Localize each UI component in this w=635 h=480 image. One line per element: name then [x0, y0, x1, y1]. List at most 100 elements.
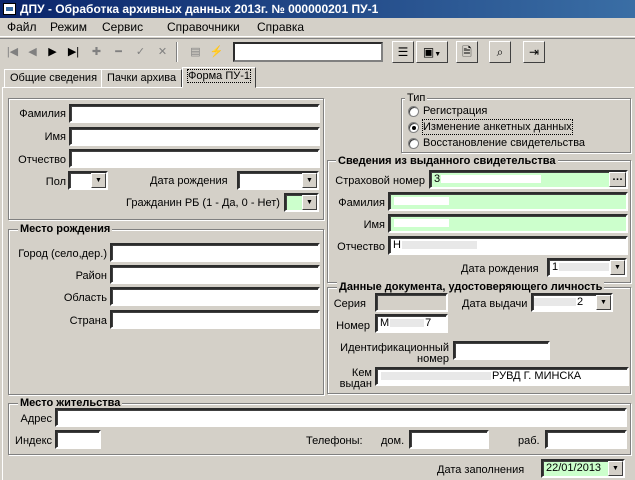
name-label: Имя	[44, 131, 66, 143]
region-label: Область	[63, 292, 107, 304]
fill-date-label: Дата заполнения	[437, 464, 525, 476]
cert-patronymic-value: Н	[393, 239, 401, 251]
chevron-down-icon[interactable]: ▼	[302, 173, 317, 188]
address-field[interactable]	[55, 408, 627, 427]
tab-archive-packs[interactable]: Пачки архива	[101, 69, 183, 88]
cert-surname-label: Фамилия	[338, 197, 385, 209]
number-prefix-value: М	[380, 317, 390, 329]
redacted-block	[401, 241, 477, 250]
document-icon[interactable]: 🗎	[456, 41, 478, 63]
redacted-block	[390, 319, 425, 328]
city-field[interactable]	[110, 243, 320, 262]
search-icon[interactable]: ⌕	[489, 41, 511, 63]
print-icon[interactable]: ▣▼	[416, 41, 448, 63]
insurance-number-field[interactable]: 3…	[429, 170, 628, 189]
radio-restore-certificate-label[interactable]: Восстановление свидетельства	[423, 136, 585, 150]
sex-label: Пол	[45, 176, 66, 188]
work-phone-label: раб.	[518, 435, 540, 447]
toolbar-combo[interactable]	[233, 42, 383, 62]
birthplace-title: Место рождения	[18, 223, 113, 235]
fill-date-combo[interactable]: 22/01/2013 ▼	[541, 459, 625, 478]
radio-restore-certificate[interactable]	[408, 138, 419, 149]
district-field[interactable]	[110, 265, 320, 284]
number-suffix-value: 7	[425, 317, 432, 329]
title-bar: ДПУ - Обработка архивных данных 2013г. №…	[0, 0, 635, 18]
radio-change-data[interactable]	[408, 122, 419, 133]
city-label: Город (село,дер.)	[18, 248, 107, 260]
radio-registration-label[interactable]: Регистрация	[423, 104, 487, 118]
ellipsis-button[interactable]: …	[609, 172, 626, 187]
menu-help[interactable]: Справка	[254, 20, 307, 35]
district-label: Район	[75, 270, 107, 282]
redacted-block	[559, 263, 610, 272]
tab-form-pu1-label: Форма ПУ-1	[186, 69, 252, 83]
redacted-block	[394, 219, 449, 228]
insurance-number-label: Страховой номер	[335, 175, 425, 187]
menu-references[interactable]: Справочники	[164, 20, 243, 35]
database-icon[interactable]: ▤	[185, 42, 206, 63]
chevron-down-icon[interactable]: ▼	[596, 295, 611, 310]
fill-date-value: 22/01/2013	[546, 462, 602, 474]
series-field[interactable]	[375, 293, 448, 312]
dob-combo[interactable]: ▼	[237, 171, 319, 190]
cert-name-label: Имя	[363, 219, 385, 231]
issue-date-value: 2	[577, 296, 584, 308]
chevron-down-icon[interactable]: ▼	[302, 195, 317, 210]
tab-form-pu1[interactable]: Форма ПУ-1	[182, 67, 257, 88]
number-label: Номер	[336, 320, 370, 332]
menu-file[interactable]: Файл	[4, 20, 40, 35]
citizen-combo[interactable]: ▼	[284, 193, 319, 212]
radio-change-data-label[interactable]: Изменение анкетных данных	[422, 119, 573, 135]
home-phone-field[interactable]	[409, 430, 489, 449]
redacted-block	[534, 298, 576, 307]
surname-label: Фамилия	[19, 108, 66, 120]
exit-icon[interactable]: ⇥	[523, 41, 545, 63]
country-field[interactable]	[110, 310, 320, 329]
redacted-block	[441, 175, 542, 184]
address-label: Адрес	[20, 413, 53, 425]
last-record-icon[interactable]: ▶|	[63, 42, 84, 63]
name-field[interactable]	[69, 127, 320, 146]
next-record-icon[interactable]: ▶	[42, 42, 63, 63]
chevron-down-icon[interactable]: ▼	[91, 173, 106, 188]
cert-patronymic-field[interactable]: Н	[388, 236, 628, 255]
issue-date-combo[interactable]: 2 ▼	[531, 293, 613, 312]
menu-service[interactable]: Сервис	[99, 20, 146, 35]
cert-dob-value: 1	[552, 261, 559, 273]
confirm-icon[interactable]: ✓	[130, 42, 151, 63]
delete-record-icon[interactable]: ━	[108, 42, 129, 63]
menu-mode[interactable]: Режим	[47, 20, 90, 35]
radio-registration[interactable]	[408, 106, 419, 117]
index-field[interactable]	[55, 430, 101, 449]
phones-label: Телефоны:	[306, 435, 363, 447]
patronymic-field[interactable]	[69, 149, 320, 168]
chevron-down-icon[interactable]: ▼	[608, 461, 623, 476]
id-document-title: Данные документа, удостоверяющего личнос…	[337, 281, 605, 293]
issuer-label-2: выдан	[339, 378, 372, 390]
home-phone-label: дом.	[381, 435, 405, 447]
cert-surname-field[interactable]	[388, 192, 628, 211]
add-record-icon[interactable]: ✚	[86, 42, 107, 63]
citizen-label: Гражданин РБ (1 - Да, 0 - Нет)	[126, 197, 280, 209]
work-phone-field[interactable]	[545, 430, 627, 449]
cancel-icon[interactable]: ✕	[152, 42, 173, 63]
edit-icon[interactable]: ⚡	[206, 42, 227, 63]
sex-combo[interactable]: ▼	[68, 171, 108, 190]
app-icon	[3, 3, 16, 15]
cert-dob-combo[interactable]: 1 ▼	[547, 258, 627, 277]
issue-date-label: Дата выдачи	[462, 298, 528, 310]
list-icon[interactable]: ☰	[392, 41, 414, 63]
series-label: Серия	[333, 298, 366, 310]
surname-field[interactable]	[69, 104, 320, 123]
tab-general[interactable]: Общие сведения	[4, 69, 104, 88]
first-record-icon[interactable]: |◀	[2, 42, 23, 63]
issuer-value: РУВД Г. МИНСКА	[492, 370, 582, 382]
chevron-down-icon[interactable]: ▼	[610, 260, 625, 275]
region-field[interactable]	[110, 287, 320, 306]
idnum-field[interactable]	[453, 341, 550, 360]
issuer-field[interactable]: РУВД Г. МИНСКА	[375, 367, 629, 386]
window-title: ДПУ - Обработка архивных данных 2013г. №…	[20, 2, 379, 16]
prev-record-icon[interactable]: ◀	[22, 42, 43, 63]
number-field[interactable]: М7	[375, 314, 448, 333]
cert-name-field[interactable]	[388, 214, 628, 233]
